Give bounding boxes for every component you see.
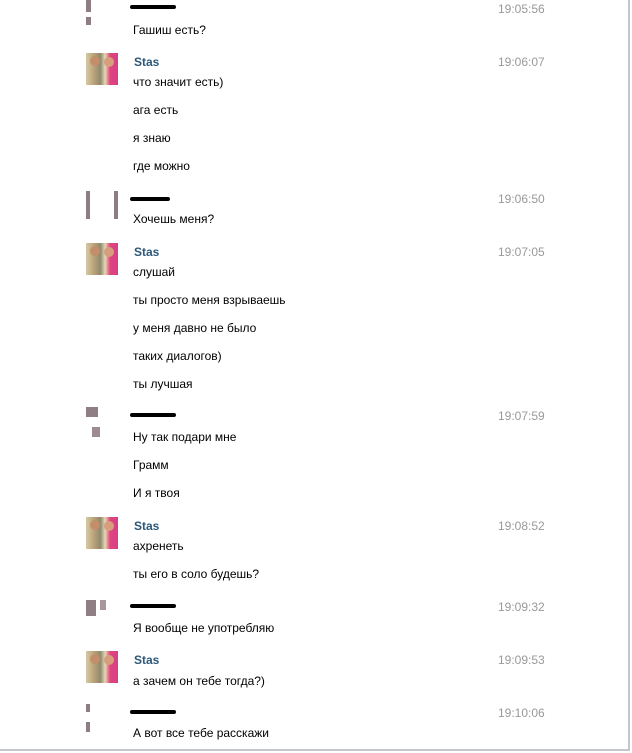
avatar-icon[interactable]	[86, 189, 118, 221]
message-text: ты его в соло будешь?	[133, 567, 260, 581]
message-text: ахренеть	[133, 539, 184, 553]
avatar-icon[interactable]	[86, 651, 118, 683]
message-text: Гашиш есть?	[133, 23, 206, 37]
avatar-icon[interactable]	[86, 517, 118, 549]
message-text: таких диалогов)	[133, 349, 222, 363]
redacted-sender-name	[130, 197, 170, 201]
sender-name[interactable]: Stas	[134, 245, 159, 259]
avatar-icon[interactable]	[86, 0, 118, 31]
avatar-icon[interactable]	[86, 704, 118, 736]
message-text: Ну так подари мне	[133, 430, 237, 444]
message-text: где можно	[133, 159, 190, 173]
message-timestamp: 19:09:53	[498, 653, 545, 667]
message-text: у меня давно не было	[133, 321, 257, 335]
message-timestamp: 19:10:06	[498, 706, 545, 720]
message-text: Грамм	[133, 458, 169, 472]
message-timestamp: 19:05:56	[498, 2, 545, 16]
message-timestamp: 19:09:32	[498, 600, 545, 614]
message-text: ты лучшая	[133, 377, 193, 391]
avatar-icon[interactable]	[86, 407, 118, 439]
message-timestamp: 19:06:50	[498, 192, 545, 206]
message-text: а зачем он тебе тогда?)	[133, 674, 265, 688]
sender-name[interactable]: Stas	[134, 55, 159, 69]
message-text: ты просто меня взрываешь	[133, 293, 286, 307]
sender-name[interactable]: Stas	[134, 653, 159, 667]
message-timestamp: 19:07:05	[498, 245, 545, 259]
message-text: Хочешь меня?	[133, 212, 215, 226]
message-text: Я вообще не употребляю	[133, 621, 275, 635]
message-text: я знаю	[133, 131, 171, 145]
avatar-icon[interactable]	[86, 243, 118, 275]
message-timestamp: 19:07:59	[498, 409, 545, 423]
avatar-icon[interactable]	[86, 598, 118, 630]
message-text: слушай	[133, 265, 176, 279]
redacted-sender-name	[130, 604, 176, 608]
redacted-sender-name	[130, 413, 176, 417]
redacted-sender-name	[130, 710, 176, 714]
message-timestamp: 19:06:07	[498, 55, 545, 69]
redacted-sender-name	[130, 5, 176, 9]
message-timestamp: 19:08:52	[498, 519, 545, 533]
sender-name[interactable]: Stas	[134, 519, 159, 533]
avatar-icon[interactable]	[86, 53, 118, 85]
message-text: И я твоя	[133, 486, 180, 500]
message-text: что значит есть)	[133, 75, 224, 89]
message-text: ага есть	[133, 103, 179, 117]
message-text: А вот все тебе расскажи	[133, 726, 269, 740]
dialog-frame: 19:05:56 Гашиш есть? Stas 19:06:07 что з…	[0, 0, 630, 751]
